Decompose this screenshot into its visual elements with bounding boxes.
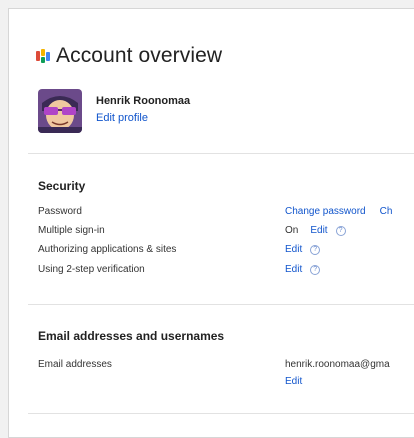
edit-profile-link[interactable]: Edit profile bbox=[96, 112, 190, 124]
divider bbox=[28, 304, 414, 305]
profile-name: Henrik Roonomaa bbox=[96, 95, 191, 107]
email-row: Email addresses henrik.roonomaa@gma bbox=[38, 359, 414, 375]
multiple-signin-row: Multiple sign-in On Edit ? bbox=[38, 225, 414, 241]
email-value: henrik.roonomaa@gma bbox=[285, 359, 390, 370]
password-extra-link[interactable]: Ch bbox=[380, 206, 393, 217]
help-icon[interactable]: ? bbox=[310, 244, 321, 255]
email-edit-row: Edit bbox=[38, 376, 414, 392]
email-label: Email addresses bbox=[38, 359, 112, 370]
multiple-signin-label: Multiple sign-in bbox=[38, 225, 105, 236]
page-title: Account overview bbox=[56, 44, 223, 67]
avatar[interactable] bbox=[38, 89, 82, 133]
authorizing-edit-link[interactable]: Edit bbox=[285, 244, 302, 255]
avatar-image bbox=[38, 89, 82, 133]
authorizing-label: Authorizing applications & sites bbox=[38, 244, 177, 255]
account-card: Account overview Henrik Roonomaa Edit pr… bbox=[8, 8, 414, 438]
page-header: Account overview bbox=[36, 44, 222, 68]
help-icon[interactable]: ? bbox=[310, 264, 321, 275]
security-title: Security bbox=[38, 179, 86, 193]
google-logo-icon bbox=[36, 49, 50, 63]
multiple-signin-status: On bbox=[285, 225, 299, 236]
password-label: Password bbox=[38, 206, 82, 217]
multiple-signin-edit-link[interactable]: Edit bbox=[310, 225, 327, 236]
email-section-title: Email addresses and usernames bbox=[38, 329, 225, 343]
authorizing-row: Authorizing applications & sites Edit ? bbox=[38, 244, 414, 260]
help-icon[interactable]: ? bbox=[335, 225, 346, 236]
divider bbox=[28, 413, 414, 414]
two-step-row: Using 2-step verification Edit ? bbox=[38, 264, 414, 280]
divider bbox=[28, 153, 414, 154]
change-password-link[interactable]: Change password bbox=[285, 206, 366, 217]
password-row: Password Change password Ch bbox=[38, 206, 414, 222]
two-step-edit-link[interactable]: Edit bbox=[285, 264, 302, 275]
two-step-label: Using 2-step verification bbox=[38, 264, 145, 275]
profile-section: Henrik Roonomaa Edit profile bbox=[38, 89, 190, 133]
email-edit-link[interactable]: Edit bbox=[285, 376, 302, 387]
